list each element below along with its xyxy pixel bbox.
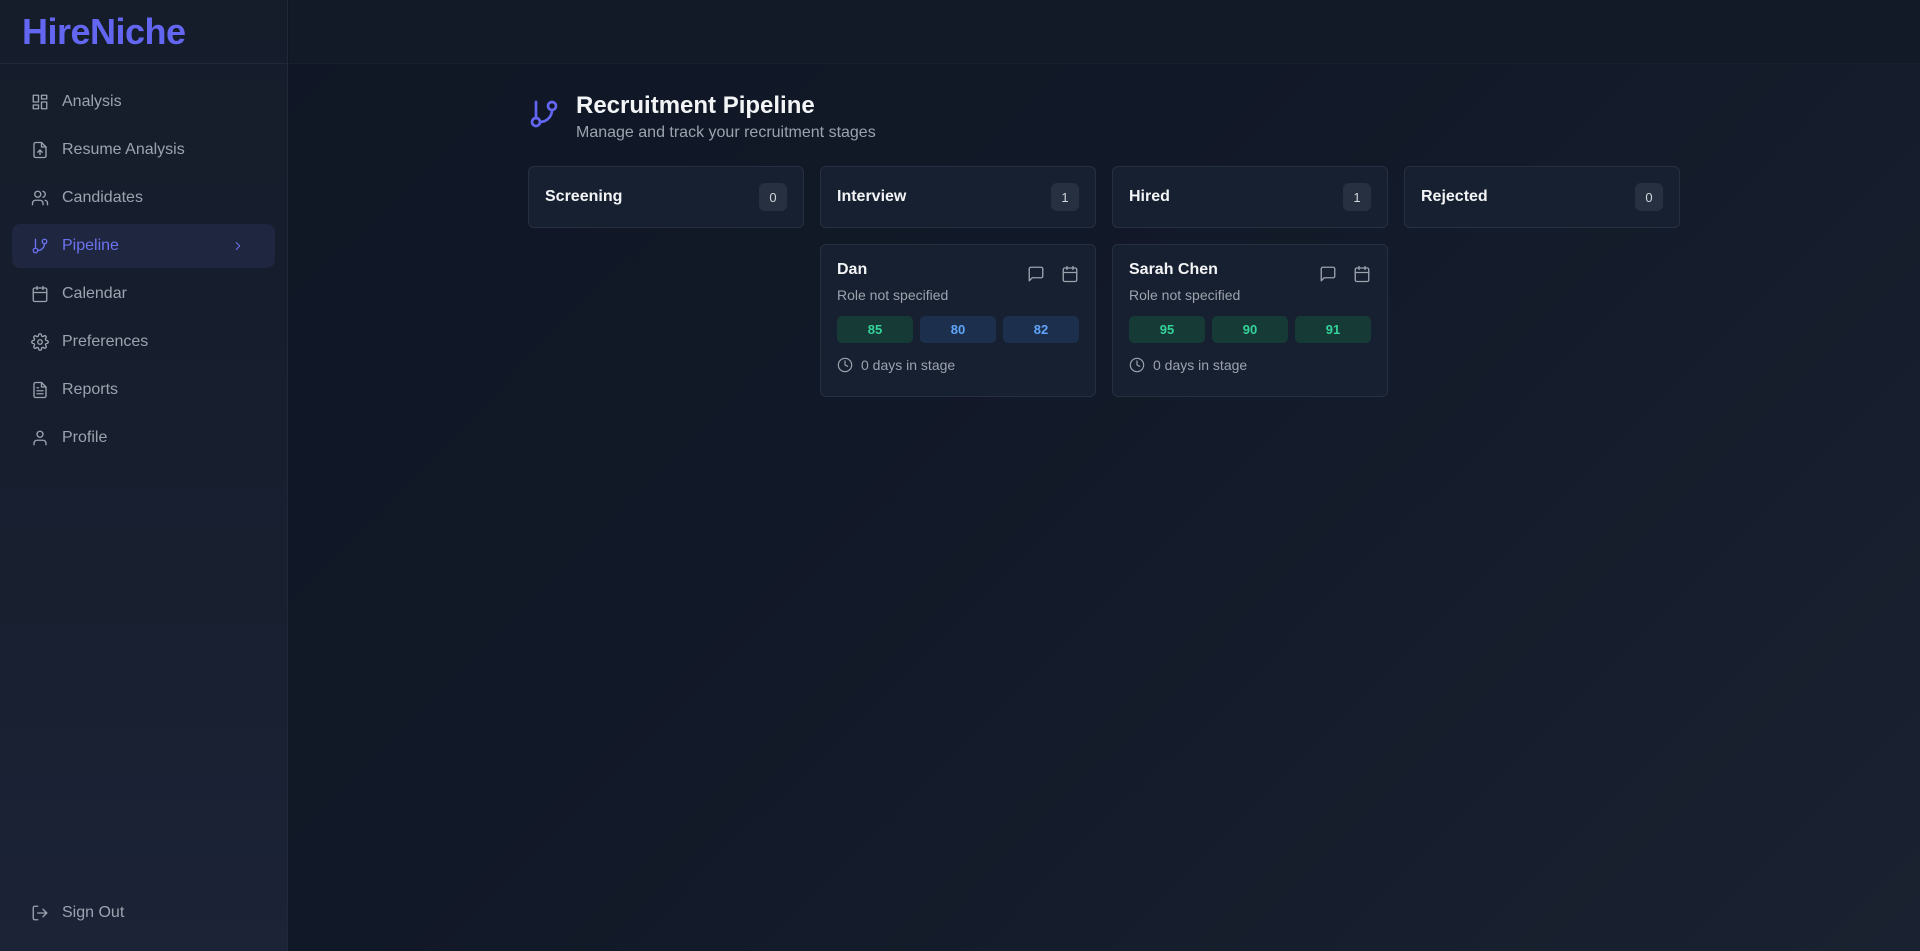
page-header: Recruitment Pipeline Manage and track yo…	[528, 92, 1680, 142]
page-title: Recruitment Pipeline	[576, 92, 815, 119]
brand-logo[interactable]: HireNiche	[0, 0, 287, 64]
candidate-role: Role not specified	[1129, 287, 1241, 303]
column-name: Rejected	[1421, 188, 1488, 205]
message-icon[interactable]	[1027, 265, 1045, 283]
sidebar-item-reports[interactable]: Reports	[12, 368, 275, 412]
file-text-icon	[30, 380, 50, 400]
days-in-stage: 0 days in stage	[1129, 357, 1371, 373]
sidebar-item-pipeline[interactable]: Pipeline	[12, 224, 275, 268]
pipeline-board: Screening 0 Interview 1 Dan Role not spe…	[528, 166, 1680, 397]
sidebar-item-label: Analysis	[62, 93, 122, 110]
pipeline-column-rejected: Rejected 0	[1404, 166, 1680, 397]
sidebar-item-label: Reports	[62, 381, 119, 398]
column-header: Rejected 0	[1404, 166, 1680, 228]
score-badge: 95	[1129, 316, 1205, 343]
sidebar-item-label: Resume Analysis	[62, 141, 185, 158]
sign-out-button[interactable]: Sign Out	[12, 891, 275, 935]
candidate-role: Role not specified	[837, 287, 949, 303]
pipeline-column-screening: Screening 0	[528, 166, 804, 397]
sidebar-item-resume-analysis[interactable]: Resume Analysis	[12, 128, 275, 172]
score-badges: 85 80 82	[837, 316, 1079, 343]
candidate-card[interactable]: Dan Role not specified 85 80 82 0 days i…	[820, 244, 1096, 397]
sidebar-item-label: Profile	[62, 429, 108, 446]
user-icon	[30, 428, 50, 448]
candidate-card[interactable]: Sarah Chen Role not specified 95 90 91 0…	[1112, 244, 1388, 397]
sidebar-item-candidates[interactable]: Candidates	[12, 176, 275, 220]
column-header: Interview 1	[820, 166, 1096, 228]
top-bar	[289, 0, 1920, 64]
sidebar-nav: Analysis Resume Analysis Candidates Pipe…	[0, 64, 287, 480]
clock-icon	[1129, 357, 1145, 373]
sidebar-item-analysis[interactable]: Analysis	[12, 80, 275, 124]
sidebar-item-preferences[interactable]: Preferences	[12, 320, 275, 364]
git-branch-icon	[528, 98, 560, 130]
pipeline-column-hired: Hired 1 Sarah Chen Role not specified 95…	[1112, 166, 1388, 397]
sidebar-item-label: Candidates	[62, 189, 143, 206]
column-name: Interview	[837, 188, 907, 205]
users-icon	[30, 188, 50, 208]
sidebar-item-label: Pipeline	[62, 237, 119, 254]
message-icon[interactable]	[1319, 265, 1337, 283]
calendar-icon	[30, 284, 50, 304]
score-badge: 91	[1295, 316, 1371, 343]
git-branch-icon	[30, 236, 50, 256]
score-badge: 85	[837, 316, 913, 343]
sidebar-item-label: Calendar	[62, 285, 127, 302]
gear-icon	[30, 332, 50, 352]
calendar-icon[interactable]	[1353, 265, 1371, 283]
score-badge: 82	[1003, 316, 1079, 343]
calendar-icon[interactable]	[1061, 265, 1079, 283]
days-in-stage-text: 0 days in stage	[861, 357, 956, 373]
score-badge: 80	[920, 316, 996, 343]
column-name: Screening	[545, 188, 623, 205]
sidebar-item-calendar[interactable]: Calendar	[12, 272, 275, 316]
column-header: Hired 1	[1112, 166, 1388, 228]
sidebar-item-label: Preferences	[62, 333, 149, 350]
sidebar-item-profile[interactable]: Profile	[12, 416, 275, 460]
brand-name: HireNiche	[22, 10, 186, 52]
pipeline-column-interview: Interview 1 Dan Role not specified 85 80…	[820, 166, 1096, 397]
sidebar: HireNiche Analysis Resume Analysis Candi…	[0, 0, 288, 951]
column-name: Hired	[1129, 188, 1170, 205]
chevron-right-icon	[231, 239, 245, 253]
score-badges: 95 90 91	[1129, 316, 1371, 343]
column-count-badge: 1	[1051, 183, 1079, 211]
days-in-stage-text: 0 days in stage	[1153, 357, 1248, 373]
main-content: Recruitment Pipeline Manage and track yo…	[528, 92, 1680, 397]
days-in-stage: 0 days in stage	[837, 357, 1079, 373]
file-upload-icon	[30, 140, 50, 160]
column-count-badge: 1	[1343, 183, 1371, 211]
column-count-badge: 0	[759, 183, 787, 211]
sign-out-label: Sign Out	[62, 904, 125, 921]
column-header: Screening 0	[528, 166, 804, 228]
clock-icon	[837, 357, 853, 373]
score-badge: 90	[1212, 316, 1288, 343]
logout-icon	[30, 903, 50, 923]
page-subtitle: Manage and track your recruitment stages	[576, 124, 876, 141]
column-count-badge: 0	[1635, 183, 1663, 211]
grid-icon	[30, 92, 50, 112]
